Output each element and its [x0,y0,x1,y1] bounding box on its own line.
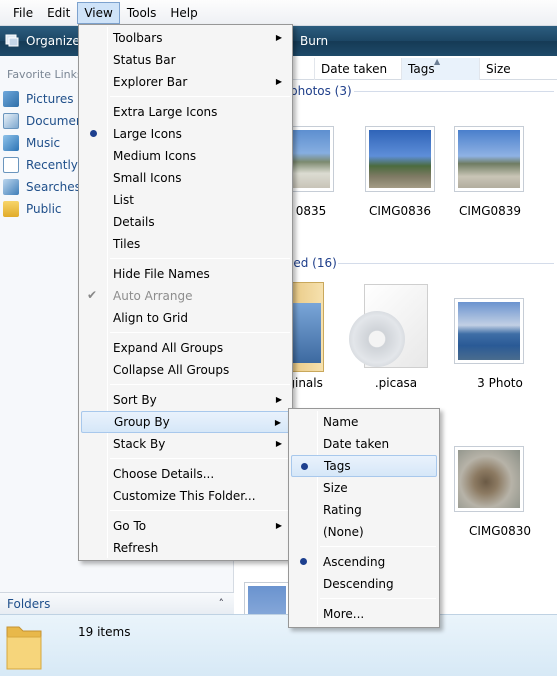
menu-item-tiles[interactable]: Tiles [81,233,290,255]
menu-item-collapse-all-groups[interactable]: Collapse All Groups [81,359,290,381]
submenu-arrow-icon: ▶ [275,395,282,404]
nav-item-music[interactable]: Music [3,133,60,153]
organize-button[interactable]: Organize [4,26,80,56]
menu-separator [320,546,436,547]
menu-item-align-to-grid[interactable]: Align to Grid [81,307,290,329]
radio-bullet-icon [300,558,307,565]
menu-separator [110,458,290,459]
thumbnail[interactable] [454,126,524,192]
menu-item-choose-details[interactable]: Choose Details... [81,463,290,485]
details-pane: 19 items [0,614,557,676]
menu-item-expand-all-groups[interactable]: Expand All Groups [81,337,290,359]
menu-bar: File Edit View Tools Help [0,0,557,26]
group-divider [354,91,554,92]
menu-item-explorer-bar[interactable]: Explorer Bar ▶ [81,71,290,93]
folder-icon [5,621,43,671]
menu-item-stack-by[interactable]: Stack By ▶ [81,433,290,455]
nav-item-pictures[interactable]: Pictures [3,89,74,109]
menu-tools[interactable]: Tools [120,2,164,24]
menu-separator [110,510,290,511]
view-menu: Toolbars ▶ Status Bar Explorer Bar ▶ Ext… [78,24,293,561]
nav-item-public[interactable]: Public [3,199,62,219]
favorite-links-title: Favorite Links [7,68,83,81]
item-count: 19 items [78,625,131,639]
documents-icon [3,113,19,129]
organize-label: Organize [26,34,80,48]
menu-separator [110,258,290,259]
thumbnail[interactable] [365,126,435,192]
menu-item-list[interactable]: List [81,189,290,211]
file-name[interactable]: 3 Photo [455,376,545,390]
group-by-more[interactable]: More... [291,603,437,625]
folders-toggle[interactable]: Folders ˄ [0,592,234,614]
menu-item-go-to[interactable]: Go To ▶ [81,515,290,537]
group-by-tags[interactable]: Tags [291,455,437,477]
thumbnail[interactable] [454,298,524,364]
thumbnail[interactable] [244,582,290,614]
submenu-arrow-icon: ▶ [275,439,282,448]
chevron-up-icon: ˄ [218,597,225,610]
menu-edit[interactable]: Edit [40,2,77,24]
menu-item-hide-file-names[interactable]: Hide File Names [81,263,290,285]
group-header[interactable]: ied (16) [290,256,337,270]
menu-item-refresh[interactable]: Refresh [81,537,290,559]
group-by-submenu: Name Date taken Tags Size Rating (None) … [288,408,440,628]
menu-separator [110,96,290,97]
file-name[interactable]: .picasa [351,376,441,390]
menu-item-customize-folder[interactable]: Customize This Folder... [81,485,290,507]
group-by-ascending[interactable]: Ascending [291,551,437,573]
file-name[interactable]: CIMG0830 [455,524,545,538]
menu-view[interactable]: View [77,1,120,24]
file-name[interactable]: CIMG0839 [445,204,535,218]
organize-icon [4,32,20,51]
submenu-arrow-icon: ▶ [275,33,282,42]
menu-item-extra-large-icons[interactable]: Extra Large Icons [81,101,290,123]
pictures-icon [3,91,19,107]
menu-item-group-by[interactable]: Group By ▶ [81,411,290,433]
music-icon [3,135,19,151]
radio-bullet-icon [90,130,97,137]
column-date-taken[interactable]: Date taken [314,58,401,80]
menu-file[interactable]: File [6,2,40,24]
group-by-name[interactable]: Name [291,411,437,433]
group-by-rating[interactable]: Rating [291,499,437,521]
menu-item-sort-by[interactable]: Sort By ▶ [81,389,290,411]
menu-help[interactable]: Help [163,2,204,24]
menu-separator [320,598,436,599]
checkmark-icon: ✔ [87,288,98,302]
menu-item-status-bar[interactable]: Status Bar [81,49,290,71]
group-by-date-taken[interactable]: Date taken [291,433,437,455]
folders-label: Folders [7,596,51,611]
nav-item-searches[interactable]: Searches [3,177,81,197]
group-header[interactable]: photos (3) [290,84,352,98]
burn-label: Burn [300,34,329,48]
sort-ascending-icon: ▲ [434,57,441,66]
radio-bullet-icon [301,463,308,470]
menu-item-toolbars[interactable]: Toolbars ▶ [81,27,290,49]
menu-item-large-icons[interactable]: Large Icons [81,123,290,145]
menu-item-details[interactable]: Details [81,211,290,233]
column-tags[interactable]: Tags ▲ [401,57,479,80]
submenu-arrow-icon: ▶ [275,521,282,530]
public-folder-icon [3,201,19,217]
menu-item-small-icons[interactable]: Small Icons [81,167,290,189]
settings-file-icon[interactable] [349,284,428,368]
submenu-arrow-icon: ▶ [274,418,281,427]
menu-separator [110,384,290,385]
thumbnail[interactable] [454,446,524,512]
group-by-none[interactable]: (None) [291,521,437,543]
group-by-size[interactable]: Size [291,477,437,499]
group-divider [338,263,554,264]
submenu-arrow-icon: ▶ [275,77,282,86]
column-size[interactable]: Size [479,58,557,80]
menu-separator [110,332,290,333]
menu-item-auto-arrange: ✔ Auto Arrange [87,288,193,303]
file-name[interactable]: CIMG0836 [355,204,445,218]
recent-icon [3,157,19,173]
searches-icon [3,179,19,195]
folder-icon[interactable] [290,282,324,372]
menu-item-medium-icons[interactable]: Medium Icons [81,145,290,167]
group-by-descending[interactable]: Descending [291,573,437,595]
burn-button[interactable]: Burn [300,26,328,56]
